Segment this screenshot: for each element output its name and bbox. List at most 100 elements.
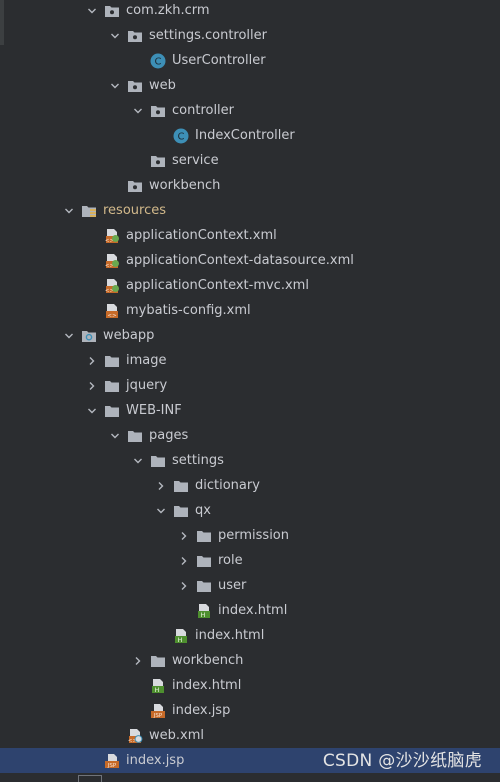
chevron-down-icon[interactable] <box>108 73 122 98</box>
web-xml-icon: <> <box>127 728 143 744</box>
tree-row[interactable]: qx <box>0 498 500 523</box>
tree-row[interactable]: controller <box>0 98 500 123</box>
svg-text:JSP: JSP <box>107 763 117 769</box>
tree-row[interactable]: resources <box>0 198 500 223</box>
arrow-spacer <box>85 748 99 773</box>
tree-item-label: applicationContext-datasource.xml <box>126 253 354 268</box>
chevron-down-icon[interactable] <box>131 98 145 123</box>
folder-icon <box>196 578 212 594</box>
folder-icon <box>150 453 166 469</box>
tree-item-label: settings <box>172 453 224 468</box>
tree-item-label: permission <box>218 528 289 543</box>
tree-item-label: mybatis-config.xml <box>126 303 251 318</box>
chevron-down-icon[interactable] <box>108 423 122 448</box>
tree-item-label: image <box>126 353 167 368</box>
package-icon <box>150 103 166 119</box>
folder-icon <box>196 553 212 569</box>
java-class-icon: C <box>150 53 166 69</box>
tree-item-label: com.zkh.crm <box>126 3 210 18</box>
chevron-right-icon[interactable] <box>85 348 99 373</box>
folder-icon <box>173 478 189 494</box>
tree-row[interactable]: workbench <box>0 173 500 198</box>
folder-icon <box>104 403 120 419</box>
package-icon <box>104 3 120 19</box>
tree-item-label: controller <box>172 103 235 118</box>
svg-text:H: H <box>155 686 160 694</box>
chevron-down-icon[interactable] <box>154 498 168 523</box>
tree-row[interactable]: C UserController <box>0 48 500 73</box>
tree-item-label: workbench <box>172 653 244 668</box>
tree-row[interactable]: JSP index.jsp <box>0 698 500 723</box>
chevron-down-icon[interactable] <box>108 23 122 48</box>
tree-row[interactable]: service <box>0 148 500 173</box>
tree-row[interactable]: <> mybatis-config.xml <box>0 298 500 323</box>
tree-row[interactable]: com.zkh.crm <box>0 0 500 23</box>
tree-row[interactable]: <> applicationContext-datasource.xml <box>0 248 500 273</box>
tree-item-label: web.xml <box>149 728 204 743</box>
svg-text:JSP: JSP <box>153 713 163 719</box>
tree-row[interactable]: user <box>0 573 500 598</box>
folder-icon <box>150 653 166 669</box>
tree-row[interactable]: image <box>0 348 500 373</box>
arrow-spacer <box>85 223 99 248</box>
package-icon <box>127 78 143 94</box>
svg-text:H: H <box>201 611 206 619</box>
chevron-down-icon[interactable] <box>85 398 99 423</box>
tree-row[interactable]: settings.controller <box>0 23 500 48</box>
chevron-down-icon[interactable] <box>62 198 76 223</box>
tree-item-label: qx <box>195 503 211 518</box>
tree-row[interactable]: webapp <box>0 323 500 348</box>
tree-item-label: applicationContext.xml <box>126 228 277 243</box>
tree-row[interactable]: Hindex.html <box>0 623 500 648</box>
tree-row[interactable]: jquery <box>0 373 500 398</box>
tree-item-label: pages <box>149 428 189 443</box>
package-icon <box>127 28 143 44</box>
chevron-right-icon[interactable] <box>154 473 168 498</box>
tree-row[interactable]: Hindex.html <box>0 673 500 698</box>
tree-row[interactable]: pages <box>0 423 500 448</box>
watermark: CSDN @沙沙纸脑虎 <box>322 751 482 771</box>
folder-icon <box>104 353 120 369</box>
html-file-icon: H <box>173 628 189 644</box>
chevron-right-icon[interactable] <box>177 548 191 573</box>
jsp-file-icon: JSP <box>150 703 166 719</box>
arrow-spacer <box>108 723 122 748</box>
spring-xml-icon: <> <box>104 278 120 294</box>
folder-icon <box>127 428 143 444</box>
arrow-spacer <box>131 673 145 698</box>
tree-row[interactable]: Hindex.html <box>0 598 500 623</box>
tree-row[interactable]: <> web.xml <box>0 723 500 748</box>
tree-item-label: role <box>218 553 243 568</box>
tree-row[interactable]: permission <box>0 523 500 548</box>
chevron-right-icon[interactable] <box>177 573 191 598</box>
html-file-icon: H <box>196 603 212 619</box>
tree-row[interactable]: dictionary <box>0 473 500 498</box>
tree-row[interactable]: settings <box>0 448 500 473</box>
tree-item-label: WEB-INF <box>126 403 182 418</box>
tree-row[interactable]: <> applicationContext-mvc.xml <box>0 273 500 298</box>
tree-row[interactable]: web <box>0 73 500 98</box>
tree-item-label: dictionary <box>195 478 260 493</box>
tree-row[interactable]: workbench <box>0 648 500 673</box>
chevron-down-icon[interactable] <box>62 323 76 348</box>
arrow-spacer <box>85 298 99 323</box>
arrow-spacer <box>131 48 145 73</box>
tree-row[interactable]: <> applicationContext.xml <box>0 223 500 248</box>
chevron-right-icon[interactable] <box>177 523 191 548</box>
tree-item-label: webapp <box>103 328 155 343</box>
chevron-right-icon[interactable] <box>85 373 99 398</box>
chevron-down-icon[interactable] <box>131 448 145 473</box>
arrow-spacer <box>85 248 99 273</box>
chevron-down-icon[interactable] <box>85 0 99 23</box>
chevron-right-icon[interactable] <box>131 648 145 673</box>
arrow-spacer <box>154 623 168 648</box>
tree-row[interactable]: role <box>0 548 500 573</box>
xml-file-icon: <> <box>104 303 120 319</box>
tree-row[interactable]: WEB-INF <box>0 398 500 423</box>
tree-item-label: web <box>149 78 176 93</box>
tree-row[interactable]: C IndexController <box>0 123 500 148</box>
tree-item-label: applicationContext-mvc.xml <box>126 278 309 293</box>
folder-icon <box>173 503 189 519</box>
spring-xml-icon: <> <box>104 228 120 244</box>
arrow-spacer <box>131 148 145 173</box>
